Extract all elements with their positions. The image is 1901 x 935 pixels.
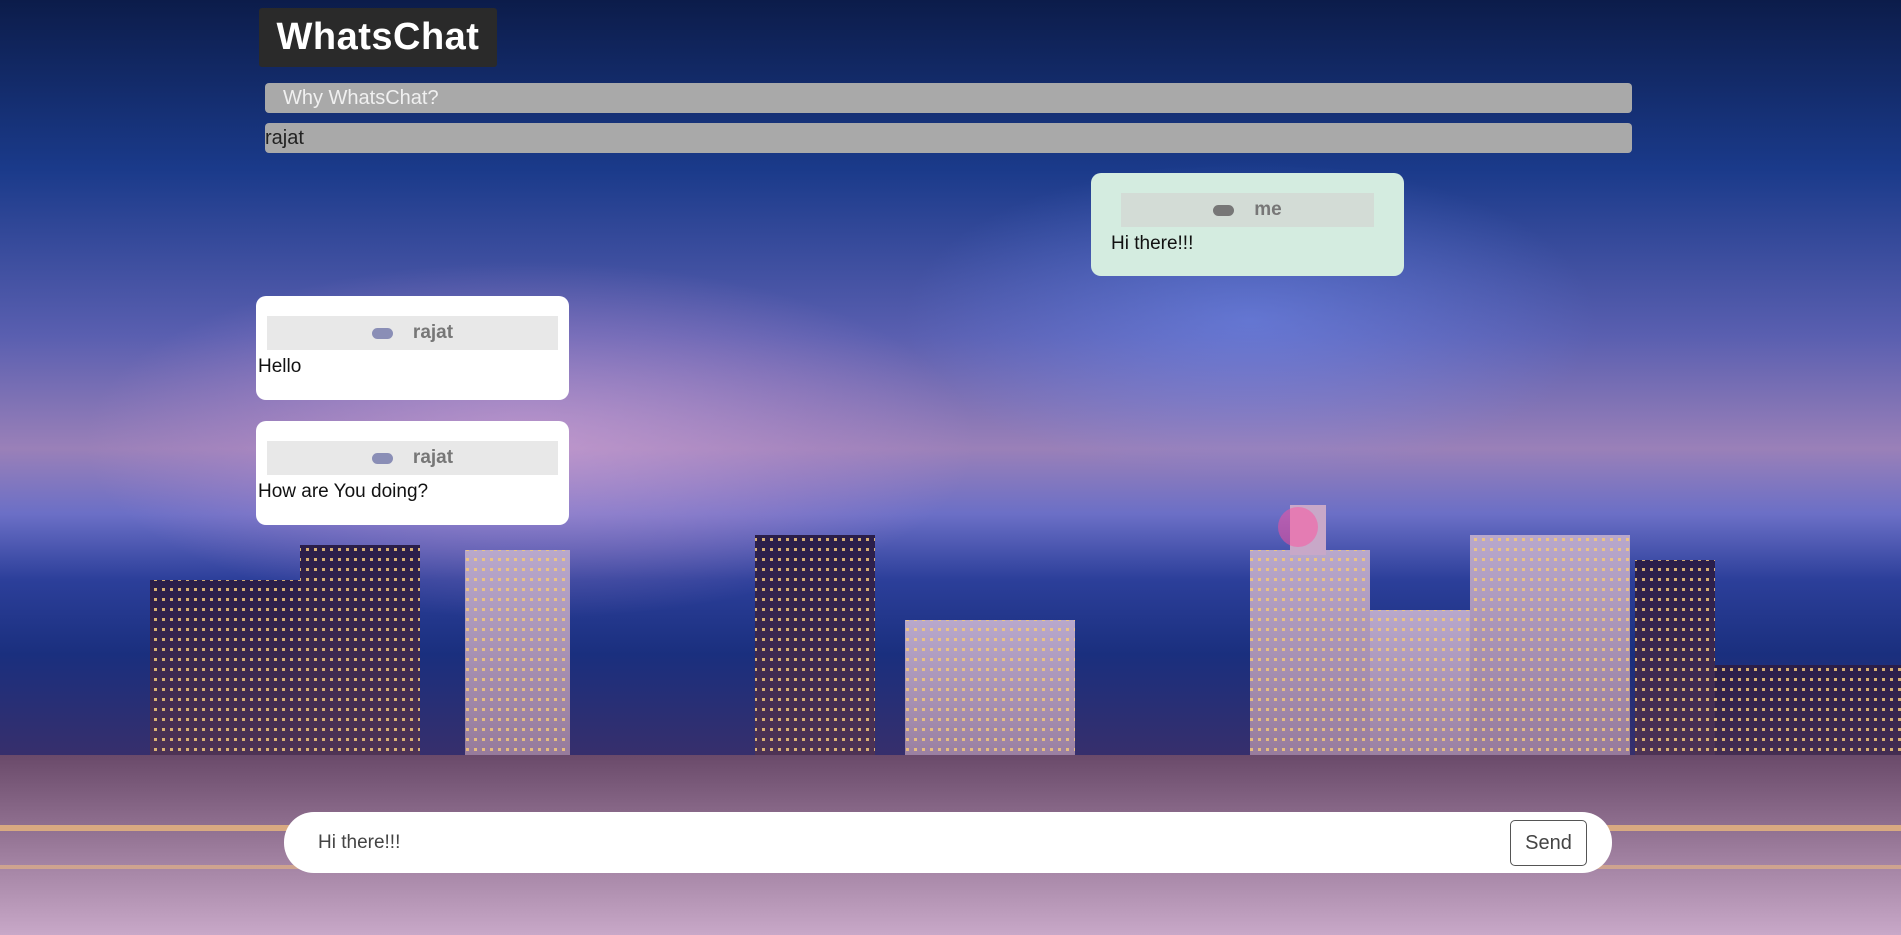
message-text: Hello	[258, 356, 302, 377]
message-bubble: me Hi there!!!	[1091, 173, 1404, 276]
send-button[interactable]: Send	[1510, 820, 1587, 866]
message-sender-header: rajat	[267, 316, 558, 350]
avatar-icon	[1213, 204, 1235, 216]
message-text: How are You doing?	[258, 481, 429, 502]
app-logo[interactable]: WhatsChat	[259, 8, 497, 67]
message-sender-header: me	[1121, 193, 1374, 227]
nav-why-whatschat[interactable]: Why WhatsChat?	[265, 83, 1632, 113]
chat-partner-name: rajat	[265, 123, 1632, 153]
message-bubble: rajat Hello	[256, 296, 569, 400]
sender-name: me	[1254, 199, 1282, 220]
avatar-icon	[371, 327, 393, 339]
message-bubble: rajat How are You doing?	[256, 421, 569, 525]
message-composer: Send	[284, 812, 1612, 873]
message-sender-header: rajat	[267, 441, 558, 475]
sender-name: rajat	[412, 322, 454, 343]
avatar-icon	[371, 452, 393, 464]
message-text: Hi there!!!	[1111, 233, 1194, 254]
sender-name: rajat	[412, 447, 454, 468]
message-input[interactable]	[316, 826, 1470, 860]
